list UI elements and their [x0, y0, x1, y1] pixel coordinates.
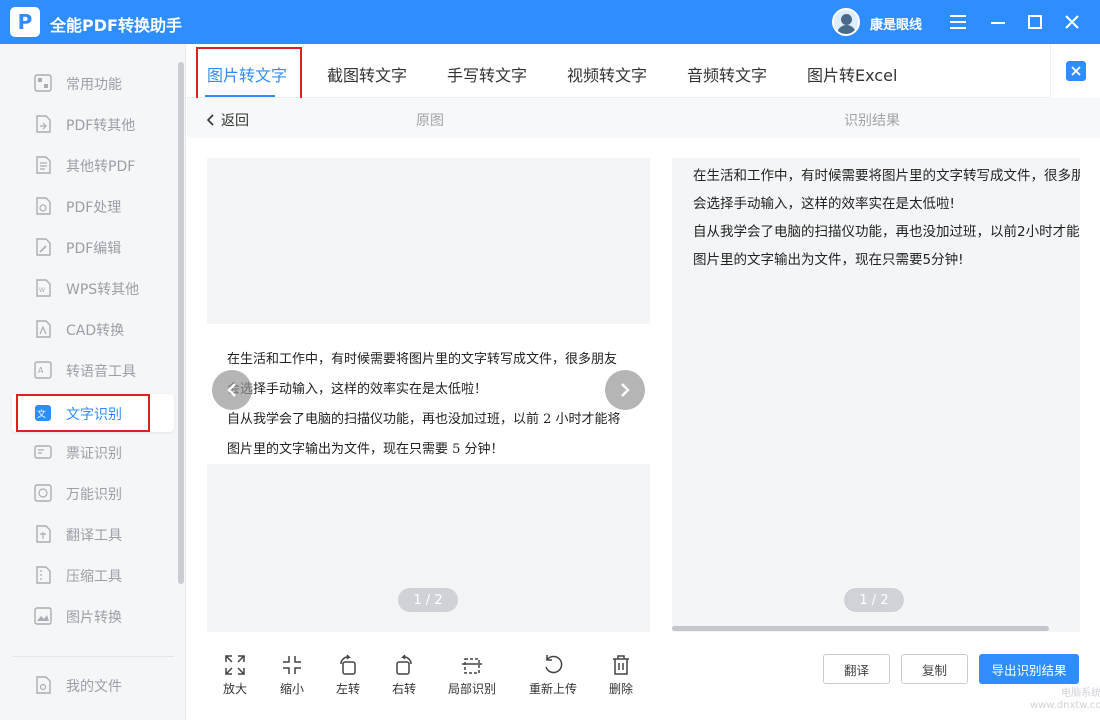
sidebar-item-compress[interactable]: 压缩工具: [12, 556, 174, 594]
trash-icon: [613, 655, 629, 675]
sidebar-item-universal-ocr[interactable]: 万能识别: [12, 474, 174, 512]
result-pager: 1 / 2: [844, 588, 904, 612]
original-image: 在生活和工作中，有时候需要将图片里的文字转写成文件，很多朋友 会选择手动输入，这…: [207, 324, 650, 464]
close-tab-icon[interactable]: [1065, 61, 1086, 81]
username[interactable]: 康是眼线: [870, 14, 922, 33]
chevron-left-icon: [227, 383, 236, 397]
original-image-panel: 在生活和工作中，有时候需要将图片里的文字转写成文件，很多朋友 会选择手动输入，这…: [207, 158, 650, 632]
tab-audio-to-text[interactable]: 音频转文字: [687, 62, 767, 86]
image-text-line: 会选择手动输入，这样的效率实在是太低啦！: [227, 382, 488, 397]
result-text-line[interactable]: 自从我学会了电脑的扫描仪功能，再也没加过班，以前2小时才能将: [693, 220, 1080, 240]
svg-text:A: A: [38, 366, 44, 375]
sidebar-item-pdf-process[interactable]: PDF处理: [12, 187, 174, 225]
title-bar: P 全能PDF转换助手 康是眼线: [0, 0, 1100, 44]
avatar[interactable]: [832, 8, 860, 36]
compress-icon: [36, 566, 51, 584]
sidebar-item-cad[interactable]: CAD转换: [12, 310, 174, 348]
svg-text:W: W: [39, 287, 45, 294]
prev-image-button[interactable]: [212, 370, 252, 410]
pdf-convert-icon: [36, 115, 51, 133]
cad-convert-icon: [36, 320, 51, 338]
export-result-button[interactable]: 导出识别结果: [979, 654, 1079, 684]
image-pager: 1 / 2: [398, 588, 458, 612]
tab-image-to-text[interactable]: 图片转文字: [207, 62, 287, 86]
my-files-icon: [36, 676, 51, 694]
translate-button[interactable]: 翻译: [823, 654, 890, 684]
result-panel: 在生活和工作中，有时候需要将图片里的文字转写成文件，很多朋友 会选择手动输入，这…: [672, 158, 1080, 632]
sidebar-item-common[interactable]: 常用功能: [12, 64, 174, 102]
chevron-right-icon: [621, 383, 630, 397]
sidebar-item-wps-to-other[interactable]: W WPS转其他: [12, 269, 174, 307]
menu-icon[interactable]: [944, 8, 972, 36]
image-text-line: 在生活和工作中，有时候需要将图片里的文字转写成文件，很多朋友: [227, 352, 618, 367]
partial-ocr-button[interactable]: 局部识别: [442, 654, 502, 696]
app-title: 全能PDF转换助手: [50, 16, 182, 35]
sidebar-item-tts[interactable]: A 转语音工具: [12, 351, 174, 389]
zoom-in-button[interactable]: 放大: [205, 654, 265, 696]
delete-button[interactable]: 删除: [591, 654, 651, 696]
sidebar-item-pdf-edit[interactable]: PDF编辑: [12, 228, 174, 266]
refresh-icon: [545, 655, 563, 674]
original-label: 原图: [416, 113, 444, 129]
tab-image-to-excel[interactable]: 图片转Excel: [807, 62, 897, 86]
rotate-right-icon: [396, 654, 412, 675]
crop-select-icon: [462, 658, 482, 674]
rotate-left-icon: [340, 654, 356, 675]
sidebar-item-other-to-pdf[interactable]: 其他转PDF: [12, 146, 174, 184]
result-text-line[interactable]: 会选择手动输入，这样的效率实在是太低啦!: [693, 192, 955, 212]
image-text-line: 自从我学会了电脑的扫描仪功能，再也没加过班，以前 2 小时才能将: [227, 412, 621, 427]
rotate-left-button[interactable]: 左转: [318, 654, 378, 696]
sub-header: 返回 原图 识别结果: [187, 98, 1100, 138]
reupload-button[interactable]: 重新上传: [523, 654, 583, 696]
maximize-icon[interactable]: [1021, 8, 1049, 36]
result-text-line[interactable]: 在生活和工作中，有时候需要将图片里的文字转写成文件，很多朋友: [693, 164, 1080, 184]
ocr-icon: 文: [35, 405, 51, 421]
app-logo: P: [10, 7, 40, 37]
translate-icon: [36, 525, 51, 543]
chevron-left-icon: [207, 114, 214, 126]
universal-ocr-icon: [34, 484, 52, 502]
expand-icon: [225, 655, 245, 675]
shrink-icon: [283, 656, 301, 674]
tab-active-underline: [205, 95, 275, 97]
sidebar: 常用功能 PDF转其他 其他转PDF PDF处理 PDF编辑 W WPS转其他 …: [0, 44, 186, 720]
copy-button[interactable]: 复制: [901, 654, 968, 684]
sidebar-item-ocr[interactable]: 文 文字识别: [12, 394, 174, 432]
tab-bar: 图片转文字 截图转文字 手写转文字 视频转文字 音频转文字 图片转Excel: [187, 44, 1100, 103]
svg-text:文: 文: [37, 408, 46, 420]
text-to-speech-icon: A: [34, 361, 52, 379]
pdf-process-icon: [36, 197, 51, 215]
tab-handwriting-to-text[interactable]: 手写转文字: [447, 62, 527, 86]
result-text-line[interactable]: 图片里的文字输出为文件，现在只需要5分钟!: [693, 248, 964, 268]
sidebar-item-my-files[interactable]: 我的文件: [12, 666, 174, 704]
result-label: 识别结果: [844, 113, 900, 129]
minimize-icon[interactable]: [984, 8, 1012, 36]
image-convert-icon: [34, 607, 52, 625]
ticket-ocr-icon: [34, 445, 52, 459]
pdf-edit-icon: [36, 238, 51, 256]
sidebar-item-pdf-to-other[interactable]: PDF转其他: [12, 105, 174, 143]
sidebar-item-translate[interactable]: 翻译工具: [12, 515, 174, 553]
rotate-right-button[interactable]: 右转: [374, 654, 434, 696]
common-functions-icon: [34, 74, 52, 92]
sidebar-scrollbar[interactable]: [178, 62, 184, 584]
next-image-button[interactable]: [605, 370, 645, 410]
sidebar-item-image-convert[interactable]: 图片转换: [12, 597, 174, 635]
to-pdf-icon: [36, 156, 51, 174]
tab-video-to-text[interactable]: 视频转文字: [567, 62, 647, 86]
image-text-line: 图片里的文字输出为文件，现在只需要 5 分钟！: [227, 442, 504, 457]
back-button[interactable]: 返回: [207, 110, 249, 130]
wps-convert-icon: W: [36, 279, 51, 297]
sidebar-divider: [12, 656, 174, 657]
watermark: 电脑系统网 www.dnxtw.com: [1030, 688, 1100, 711]
close-icon[interactable]: [1058, 8, 1086, 36]
zoom-out-button[interactable]: 缩小: [262, 654, 322, 696]
close-tab-area: [1050, 44, 1100, 98]
sidebar-item-ticket-ocr[interactable]: 票证识别: [12, 433, 174, 471]
result-horizontal-scrollbar[interactable]: [672, 626, 1049, 631]
tab-screenshot-to-text[interactable]: 截图转文字: [327, 62, 407, 86]
